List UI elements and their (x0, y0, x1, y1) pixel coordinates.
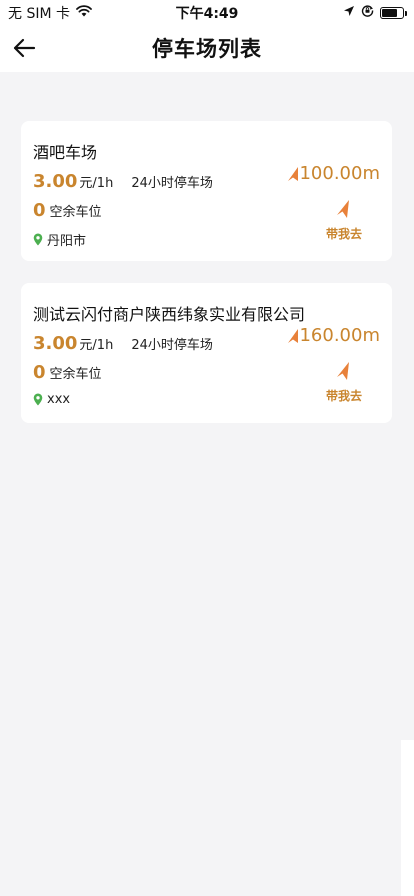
navigate-label: 带我去 (325, 227, 362, 241)
price-value: 3.00 (33, 171, 78, 192)
status-bar: 无 SIM 卡 下午4:49 (0, 0, 414, 24)
status-right (343, 4, 407, 21)
free-spaces-label: 空余车位 (49, 367, 102, 382)
free-spaces-row: 0 空余车位 (33, 362, 102, 383)
address-text: 丹阳市 (47, 234, 87, 249)
navigate-button[interactable]: 带我去 (320, 199, 368, 243)
distance-value: 160.00m (299, 325, 380, 346)
distance-arrow-icon (288, 166, 299, 181)
navigation-arrow-icon (337, 200, 349, 218)
price-value: 3.00 (33, 333, 78, 354)
page-title: 停车场列表 (152, 37, 262, 61)
location-arrow-icon (343, 5, 355, 21)
price-row: 3.00 元/1h 24小时停车场 (33, 333, 213, 354)
address-text: xxx (47, 392, 71, 407)
distance: 160.00m (287, 325, 380, 346)
distance-value: 100.00m (299, 163, 380, 184)
location-pin-icon (33, 393, 43, 406)
navigate-button[interactable]: 带我去 (320, 361, 368, 405)
price-unit: 元/1h (79, 176, 114, 191)
bottom-edge-strip (401, 740, 414, 896)
opening-hours: 24小时停车场 (131, 338, 213, 353)
orientation-lock-icon (361, 4, 374, 21)
address-row: xxx (33, 392, 70, 407)
navigate-label: 带我去 (325, 389, 362, 403)
distance: 100.00m (287, 163, 380, 184)
price-unit: 元/1h (79, 338, 114, 353)
free-spaces-count: 0 (33, 362, 46, 383)
navigation-arrow-icon (337, 362, 349, 380)
parking-lot-card[interactable]: 测试云闪付商户陕西纬象实业有限公司 3.00 元/1h 24小时停车场 0 空余… (21, 283, 392, 423)
price-row: 3.00 元/1h 24小时停车场 (33, 171, 213, 192)
parking-lot-name: 酒吧车场 (33, 143, 98, 162)
battery-icon (380, 6, 407, 19)
location-pin-icon (33, 233, 43, 246)
distance-arrow-icon (288, 328, 299, 343)
address-row: 丹阳市 (33, 230, 86, 249)
free-spaces-count: 0 (33, 200, 46, 221)
parking-lot-card[interactable]: 酒吧车场 3.00 元/1h 24小时停车场 0 空余车位 丹阳市 100.00… (21, 121, 392, 261)
opening-hours: 24小时停车场 (131, 176, 213, 191)
free-spaces-label: 空余车位 (49, 205, 102, 220)
parking-lot-name: 测试云闪付商户陕西纬象实业有限公司 (33, 305, 306, 324)
nav-header: 停车场列表 (0, 24, 414, 72)
free-spaces-row: 0 空余车位 (33, 200, 102, 221)
